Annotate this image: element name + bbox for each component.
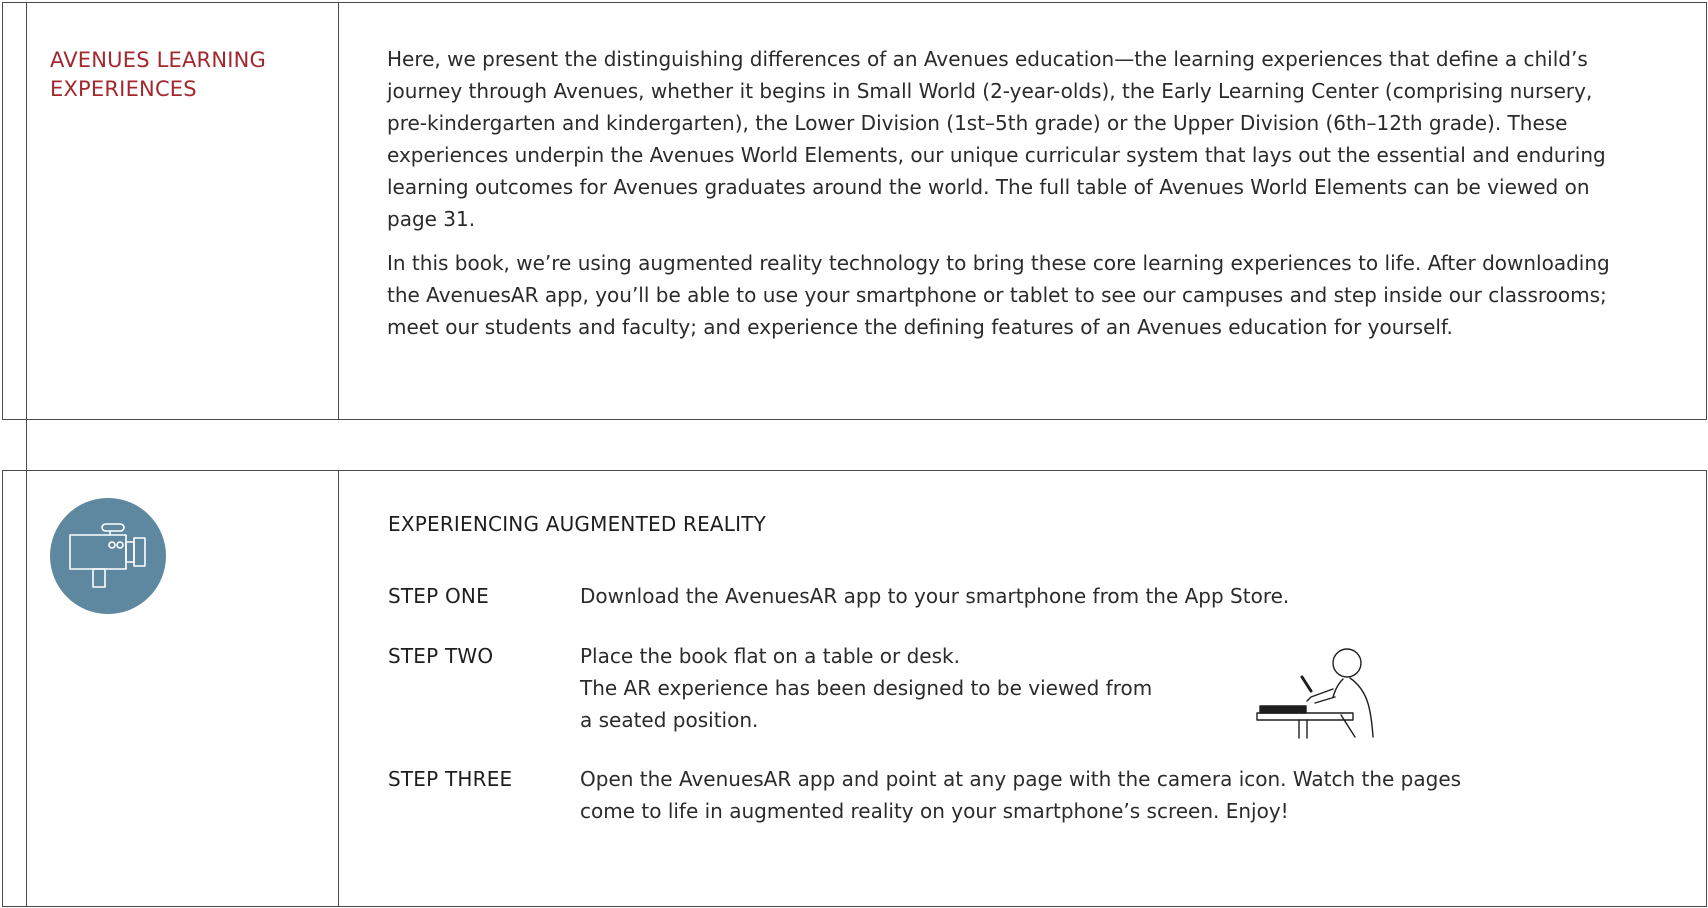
step-two-line-3: a seated position.	[580, 708, 759, 732]
step-two-line-1: Place the book flat on a table or desk.	[580, 644, 960, 668]
bottom-panel-top-rule	[2, 470, 1707, 471]
intro-paragraph-1: Here, we present the distinguishing diff…	[387, 47, 1606, 231]
column-divider-top	[338, 2, 339, 420]
intro-paragraph-2: In this book, we’re using augmented real…	[387, 251, 1610, 339]
section-title: AVENUES LEARNING EXPERIENCES	[50, 48, 267, 101]
outer-left-rule-top	[2, 2, 3, 420]
step-one-text: Download the AvenuesAR app to your smart…	[580, 580, 1289, 612]
outer-left-rule-bottom	[2, 470, 3, 907]
right-rule-top	[1706, 2, 1707, 420]
step-three-text: Open the AvenuesAR app and point at any …	[580, 763, 1461, 827]
column-divider-bottom	[338, 470, 339, 907]
intro-text: Here, we present the distinguishing diff…	[387, 43, 1637, 355]
step-two-text: Place the book flat on a table or desk. …	[580, 640, 1152, 736]
bottom-panel-bottom-rule	[2, 906, 1707, 907]
step-two-line-2: The AR experience has been designed to b…	[580, 676, 1153, 700]
inner-left-rule	[26, 2, 27, 907]
top-panel-bottom-rule	[2, 419, 1707, 420]
step-one-line-1: Download the AvenuesAR app to your smart…	[580, 584, 1290, 608]
video-camera-icon	[50, 498, 166, 614]
right-rule-bottom	[1706, 470, 1707, 907]
step-three-label: STEP THREE	[388, 767, 513, 791]
ar-heading: EXPERIENCING AUGMENTED REALITY	[388, 512, 767, 536]
step-three-line-1: Open the AvenuesAR app and point at any …	[580, 767, 1462, 791]
top-panel-top-rule	[2, 2, 1707, 3]
step-three-line-2: come to life in augmented reality on you…	[580, 799, 1289, 823]
step-two-label: STEP TWO	[388, 644, 494, 668]
step-one-label: STEP ONE	[388, 584, 489, 608]
seated-person-reading-icon	[1256, 648, 1374, 739]
